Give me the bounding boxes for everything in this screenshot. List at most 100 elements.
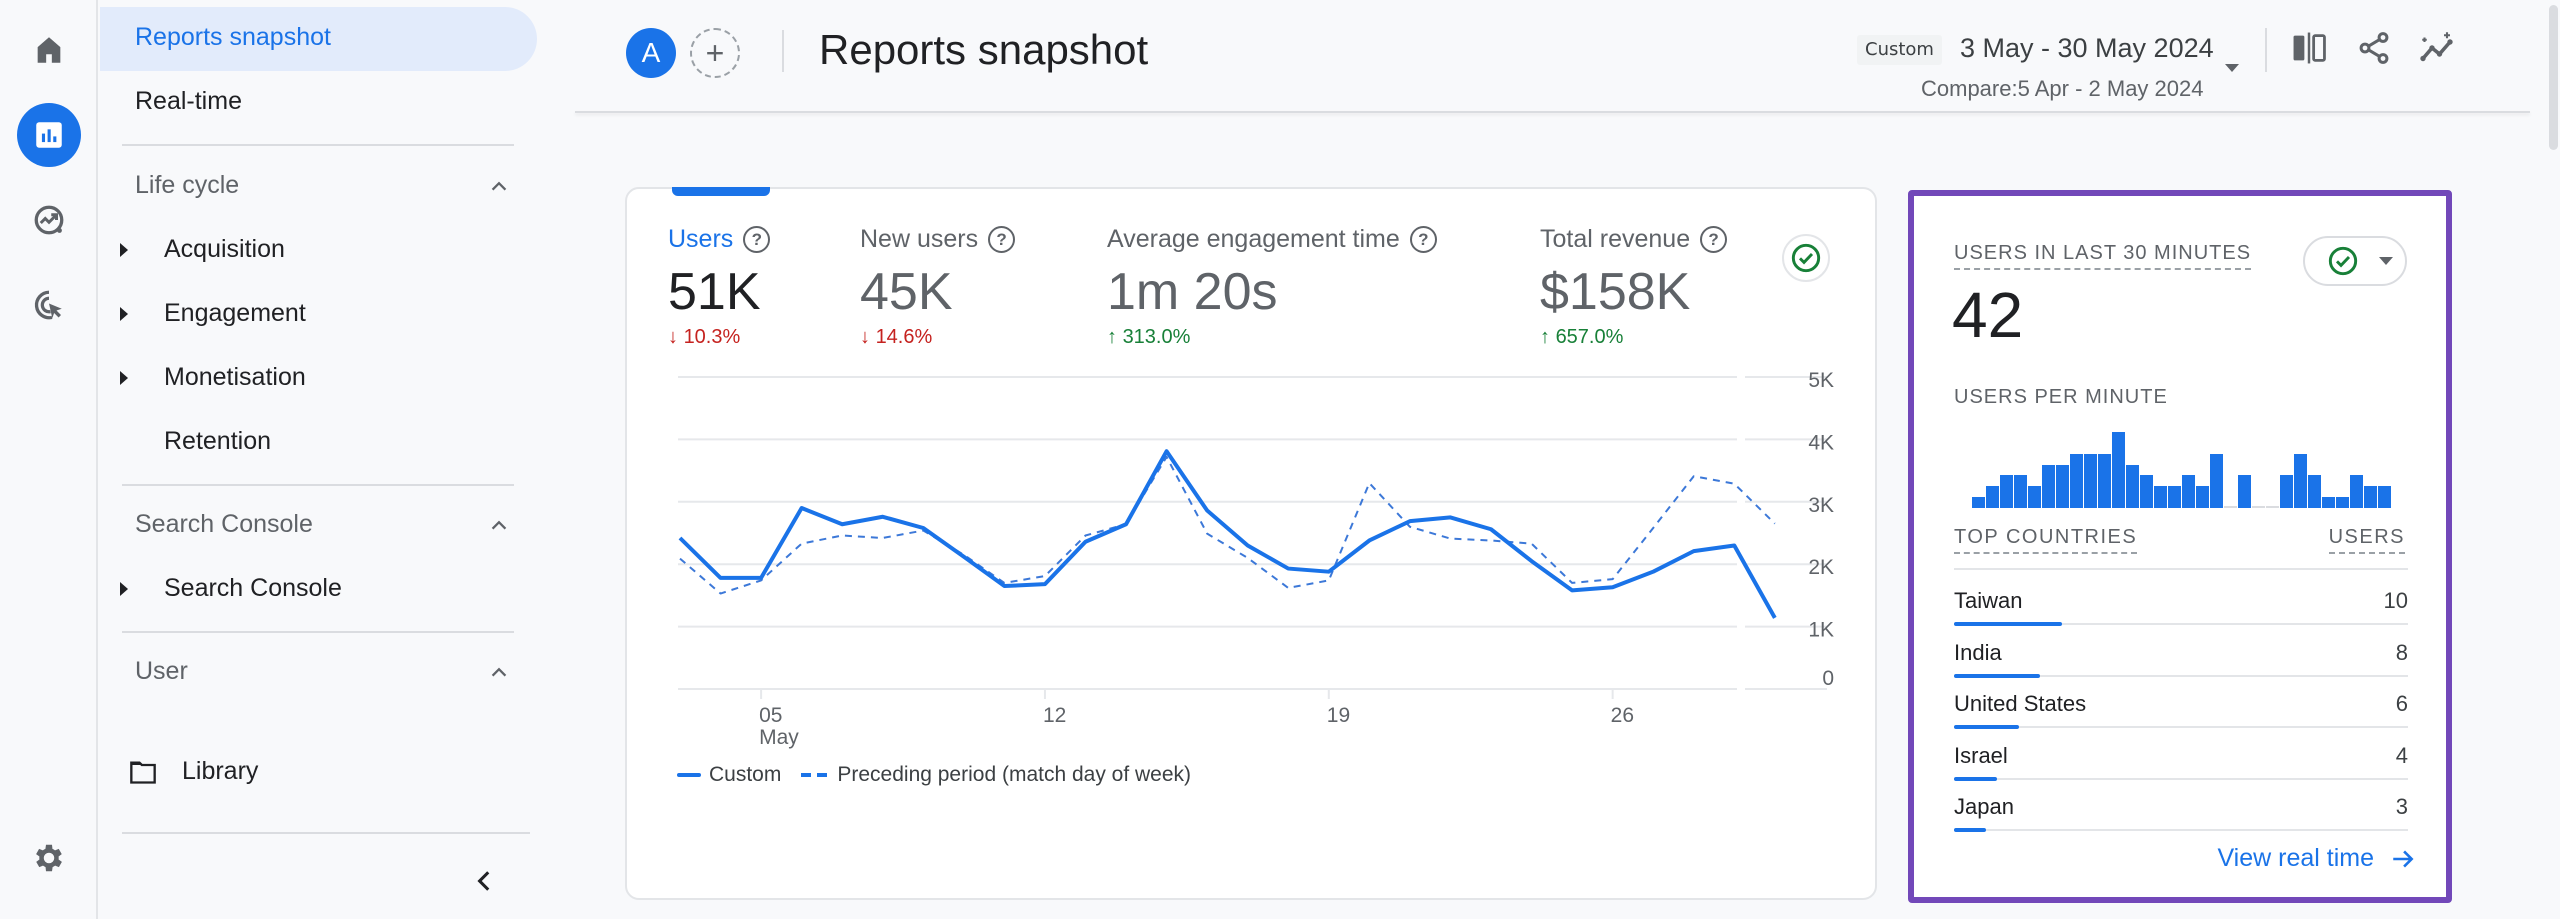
users-per-minute-bar[interactable] [2000, 475, 2013, 508]
users-per-minute-bar[interactable] [2350, 475, 2363, 508]
insights-icon[interactable] [2416, 26, 2460, 70]
caret-down-icon [2379, 257, 2393, 265]
date-range[interactable]: 3 May - 30 May 2024 [1960, 33, 2214, 64]
add-comparison-button[interactable]: + [690, 28, 740, 78]
users-per-minute-bar[interactable] [2168, 486, 2181, 508]
chevron-up-icon[interactable] [488, 175, 510, 197]
sidebar-item-engagement[interactable]: Engagement [164, 299, 306, 328]
x-axis-label: 12 [1043, 704, 1066, 727]
sidebar-item-search-console[interactable]: Search Console [164, 574, 342, 603]
section-header-user[interactable]: User [135, 657, 188, 686]
section-header-life-cycle[interactable]: Life cycle [135, 171, 239, 200]
users-per-minute-bar[interactable] [2308, 475, 2321, 508]
users-per-minute-bar[interactable] [2280, 475, 2293, 508]
country-row[interactable]: Japan 3 [1954, 786, 2408, 837]
users-per-minute-bar[interactable] [2196, 486, 2209, 508]
y-axis-label: 5K [1808, 369, 1834, 392]
header-divider [575, 111, 2530, 113]
country-bar-fill [1954, 725, 2019, 729]
advertising-icon[interactable] [25, 281, 73, 329]
legend-label-preceding: Preceding period (match day of week) [837, 763, 1192, 786]
country-row[interactable]: United States 6 [1954, 683, 2408, 734]
country-users: 3 [2395, 794, 2408, 819]
country-row[interactable]: Israel 4 [1954, 735, 2408, 786]
users-column-header[interactable]: USERS [2328, 526, 2405, 554]
realtime-users-value: 42 [1952, 279, 2024, 351]
users-per-minute-bar[interactable] [2210, 453, 2223, 508]
divider [782, 30, 784, 72]
x-axis-label: 26 [1611, 704, 1634, 727]
users-per-minute-bar[interactable] [2364, 486, 2377, 508]
chevron-up-icon[interactable] [488, 661, 510, 683]
sidebar-item-real-time[interactable]: Real-time [135, 87, 242, 116]
users-per-minute-bar[interactable] [2336, 497, 2349, 508]
users-per-minute-bar[interactable] [2028, 486, 2041, 508]
sidebar-item-label[interactable]: Reports snapshot [135, 23, 331, 52]
sidebar-item-acquisition[interactable]: Acquisition [164, 235, 285, 264]
reports-icon[interactable] [17, 103, 81, 167]
country-row[interactable]: Taiwan 10 [1954, 580, 2408, 631]
users-per-minute-bar[interactable] [2294, 453, 2307, 508]
x-axis-label: 19 [1327, 704, 1350, 727]
users-per-minute-bar[interactable] [2322, 497, 2335, 508]
country-bar-fill [1954, 673, 2041, 678]
realtime-status-dropdown[interactable] [2303, 236, 2407, 286]
country-row[interactable]: India 8 [1954, 632, 2408, 683]
explore-icon[interactable] [25, 196, 73, 244]
share-icon[interactable] [2352, 26, 2396, 70]
caret-right-icon[interactable] [120, 307, 128, 321]
caret-right-icon[interactable] [120, 371, 128, 385]
gear-icon[interactable] [25, 834, 73, 882]
view-real-time-link[interactable]: View real time [2217, 844, 2416, 873]
x-axis-sublabel: May [759, 726, 799, 749]
sidebar-item-monetisation[interactable]: Monetisation [164, 363, 306, 392]
x-axis-label: 05 [759, 704, 782, 727]
users-per-minute-chart [1972, 430, 2392, 508]
section-header-search-console[interactable]: Search Console [135, 510, 313, 539]
y-axis-label: 4K [1808, 431, 1834, 454]
users-per-minute-bar[interactable] [1986, 486, 1999, 508]
compare-range[interactable]: Compare:5 Apr - 2 May 2024 [1921, 76, 2203, 102]
users-per-minute-bar[interactable] [2056, 464, 2069, 508]
date-preset-chip[interactable]: Custom [1857, 35, 1942, 65]
users-per-minute-bar[interactable] [2154, 486, 2167, 508]
home-icon[interactable] [25, 26, 73, 74]
scrollbar[interactable] [2549, 5, 2558, 150]
country-users: 8 [2395, 639, 2408, 665]
users-per-minute-bar[interactable] [1972, 497, 1985, 508]
date-dropdown-icon[interactable] [2225, 64, 2239, 72]
users-per-minute-bar[interactable] [2042, 464, 2055, 508]
arrow-right-icon [2393, 849, 2414, 868]
users-per-minute-bar[interactable] [2112, 432, 2125, 508]
users-per-minute-bar[interactable] [2182, 475, 2195, 508]
sidebar-item-retention[interactable]: Retention [164, 427, 271, 456]
users-per-minute-bar[interactable] [2098, 453, 2111, 508]
users-per-minute-bar[interactable] [2238, 475, 2251, 508]
users-per-minute-bar[interactable] [2140, 475, 2153, 508]
country-bar-track [1954, 726, 2408, 728]
users-per-minute-bar[interactable] [2224, 506, 2237, 508]
chevron-left-icon[interactable] [472, 866, 498, 896]
chevron-up-icon[interactable] [488, 514, 510, 536]
country-name: Israel [1954, 742, 2008, 768]
users-per-minute-title: USERS PER MINUTE [1954, 386, 2168, 408]
users-per-minute-bar[interactable] [2014, 475, 2027, 508]
country-users: 4 [2395, 742, 2408, 768]
users-per-minute-bar[interactable] [2252, 506, 2265, 508]
top-countries-header[interactable]: TOP COUNTRIES [1954, 526, 2138, 554]
users-per-minute-bar[interactable] [2126, 464, 2139, 508]
users-per-minute-bar[interactable] [2378, 486, 2391, 508]
country-bar-fill [1954, 828, 1987, 832]
users-per-minute-bar[interactable] [2084, 453, 2097, 508]
sidebar-item-library[interactable]: Library [182, 757, 258, 786]
y-axis-label: 2K [1808, 556, 1834, 579]
caret-right-icon[interactable] [120, 243, 128, 257]
users-per-minute-bar[interactable] [2266, 506, 2279, 508]
users-per-minute-bar[interactable] [2070, 453, 2083, 508]
compare-icon[interactable] [2287, 26, 2331, 70]
divider [1954, 568, 2408, 570]
caret-right-icon[interactable] [120, 582, 128, 596]
sidebar: Reports snapshot Real-time Life cycle Ac… [100, 0, 570, 919]
realtime-title[interactable]: USERS IN LAST 30 MINUTES [1954, 242, 2252, 270]
avatar[interactable]: A [626, 28, 676, 78]
